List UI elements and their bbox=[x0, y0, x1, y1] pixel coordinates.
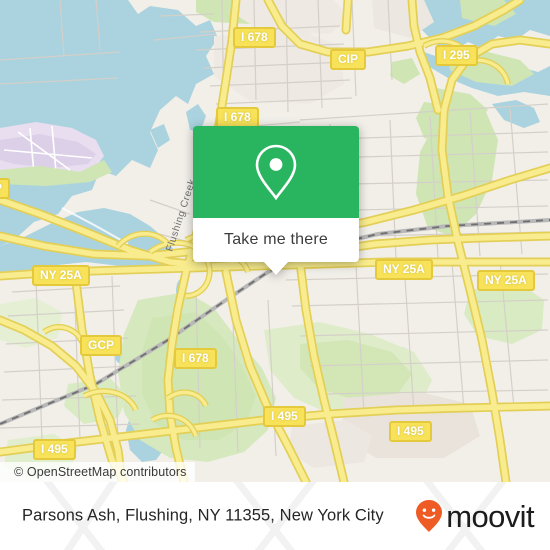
map-pin-icon bbox=[255, 144, 297, 201]
take-me-there-button[interactable]: Take me there bbox=[193, 218, 359, 275]
moovit-logo[interactable]: moovit bbox=[414, 498, 535, 534]
popup-tail bbox=[263, 261, 289, 275]
shield-gcp-left: P bbox=[0, 178, 11, 199]
location-address: Parsons Ash, Flushing, NY 11355, New Yor… bbox=[22, 506, 384, 525]
moovit-pin-smiley-icon bbox=[416, 500, 443, 532]
moovit-wordmark: moovit bbox=[446, 498, 534, 534]
shield-i678-upper: I 678 bbox=[216, 107, 259, 128]
popup-header bbox=[193, 126, 359, 218]
shield-cip: CIP bbox=[330, 49, 367, 70]
osm-attribution[interactable]: © OpenStreetMap contributors bbox=[0, 462, 195, 482]
shield-i678-top: I 678 bbox=[233, 27, 276, 48]
shield-i495-mid: I 495 bbox=[263, 406, 306, 427]
shield-i678-lower: I 678 bbox=[174, 348, 217, 369]
take-me-there-label: Take me there bbox=[224, 231, 328, 248]
shield-ny25a-left: NY 25A bbox=[32, 265, 90, 286]
shield-gcp: GCP bbox=[80, 335, 123, 356]
moovit-map-screenshot: Flushing Creek I 678CIPI 295I 678PNY 25A… bbox=[0, 0, 550, 550]
shield-i295: I 295 bbox=[435, 45, 478, 66]
location-popup[interactable]: Take me there bbox=[193, 126, 359, 275]
shield-ny25a-mid: NY 25A bbox=[375, 259, 433, 280]
shield-i495-left: I 495 bbox=[33, 439, 76, 460]
shield-i495-right: I 495 bbox=[389, 421, 432, 442]
footer-bar: Parsons Ash, Flushing, NY 11355, New Yor… bbox=[0, 482, 550, 550]
shield-ny25a-right: NY 25A bbox=[477, 270, 535, 291]
